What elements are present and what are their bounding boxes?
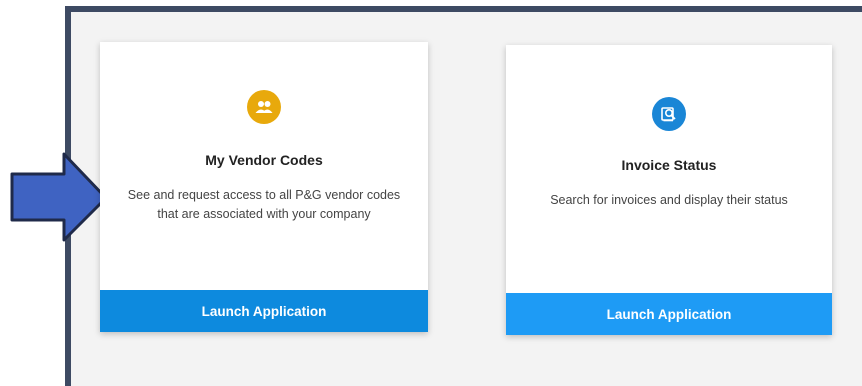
card-title: My Vendor Codes bbox=[205, 152, 323, 168]
card-my-vendor-codes[interactable]: My Vendor Codes See and request access t… bbox=[100, 42, 428, 332]
people-icon bbox=[247, 90, 281, 124]
arrow-right-icon bbox=[10, 152, 108, 242]
launch-application-button[interactable]: Launch Application bbox=[100, 290, 428, 332]
card-title: Invoice Status bbox=[621, 157, 717, 173]
invoice-search-icon bbox=[652, 97, 686, 131]
card-description: Search for invoices and display their st… bbox=[550, 193, 788, 207]
launch-application-button[interactable]: Launch Application bbox=[506, 293, 832, 335]
card-invoice-status[interactable]: Invoice Status Search for invoices and d… bbox=[506, 45, 832, 335]
card-description: See and request access to all P&G vendor… bbox=[127, 188, 401, 221]
